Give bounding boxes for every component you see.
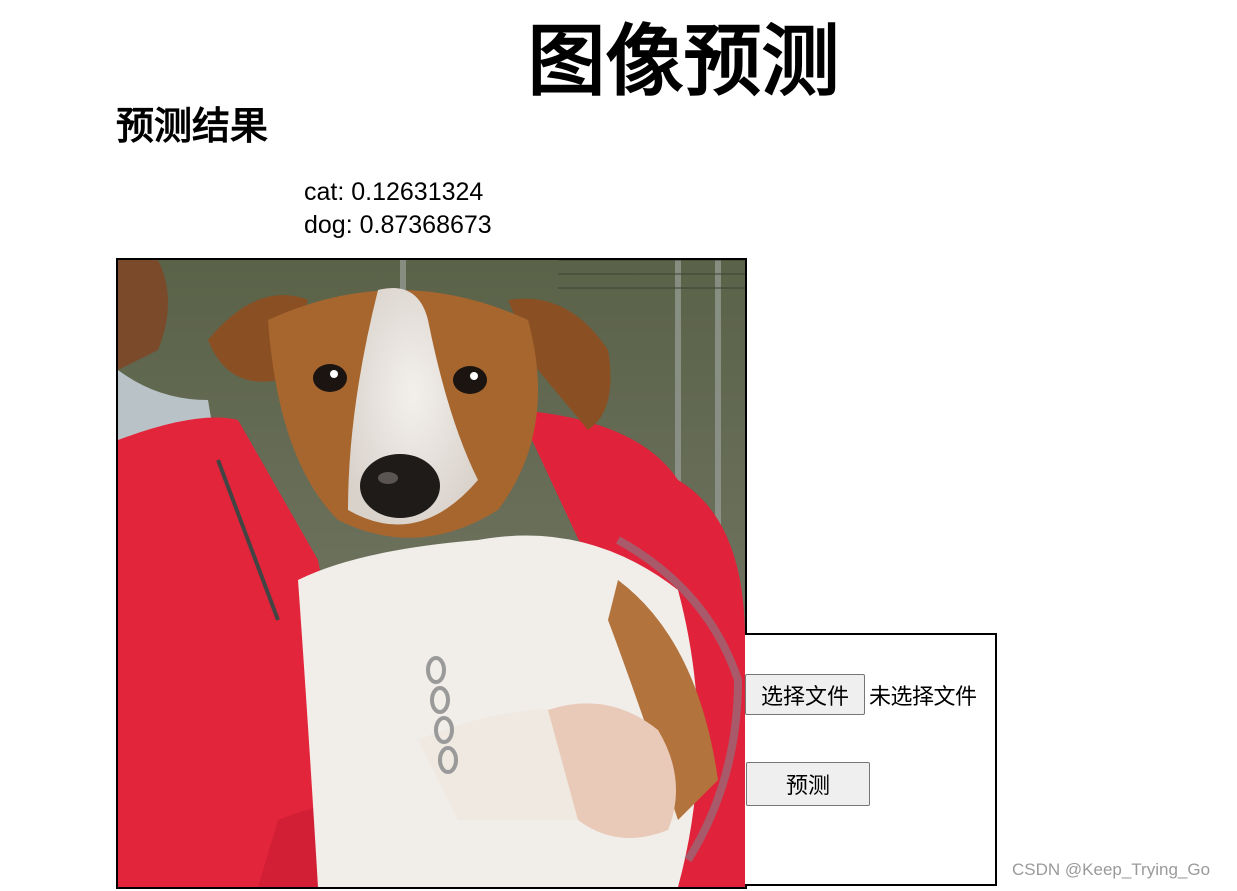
- prediction-results: cat: 0.12631324 dog: 0.87368673: [304, 176, 492, 242]
- predict-button[interactable]: 预测: [746, 762, 870, 806]
- upload-form: 选择文件 未选择文件 预测: [745, 633, 997, 886]
- preview-image: [116, 258, 747, 889]
- dog-photo: [118, 260, 745, 887]
- results-heading: 预测结果: [116, 104, 269, 148]
- watermark: CSDN @Keep_Trying_Go: [1012, 860, 1211, 879]
- result-cat: cat: 0.12631324: [304, 178, 484, 206]
- page-title: 图像预测: [527, 17, 840, 107]
- choose-file-button[interactable]: 选择文件: [745, 674, 865, 715]
- result-dog: dog: 0.87368673: [304, 211, 492, 239]
- file-input[interactable]: 选择文件 未选择文件: [745, 674, 977, 715]
- file-status-text: 未选择文件: [869, 684, 977, 710]
